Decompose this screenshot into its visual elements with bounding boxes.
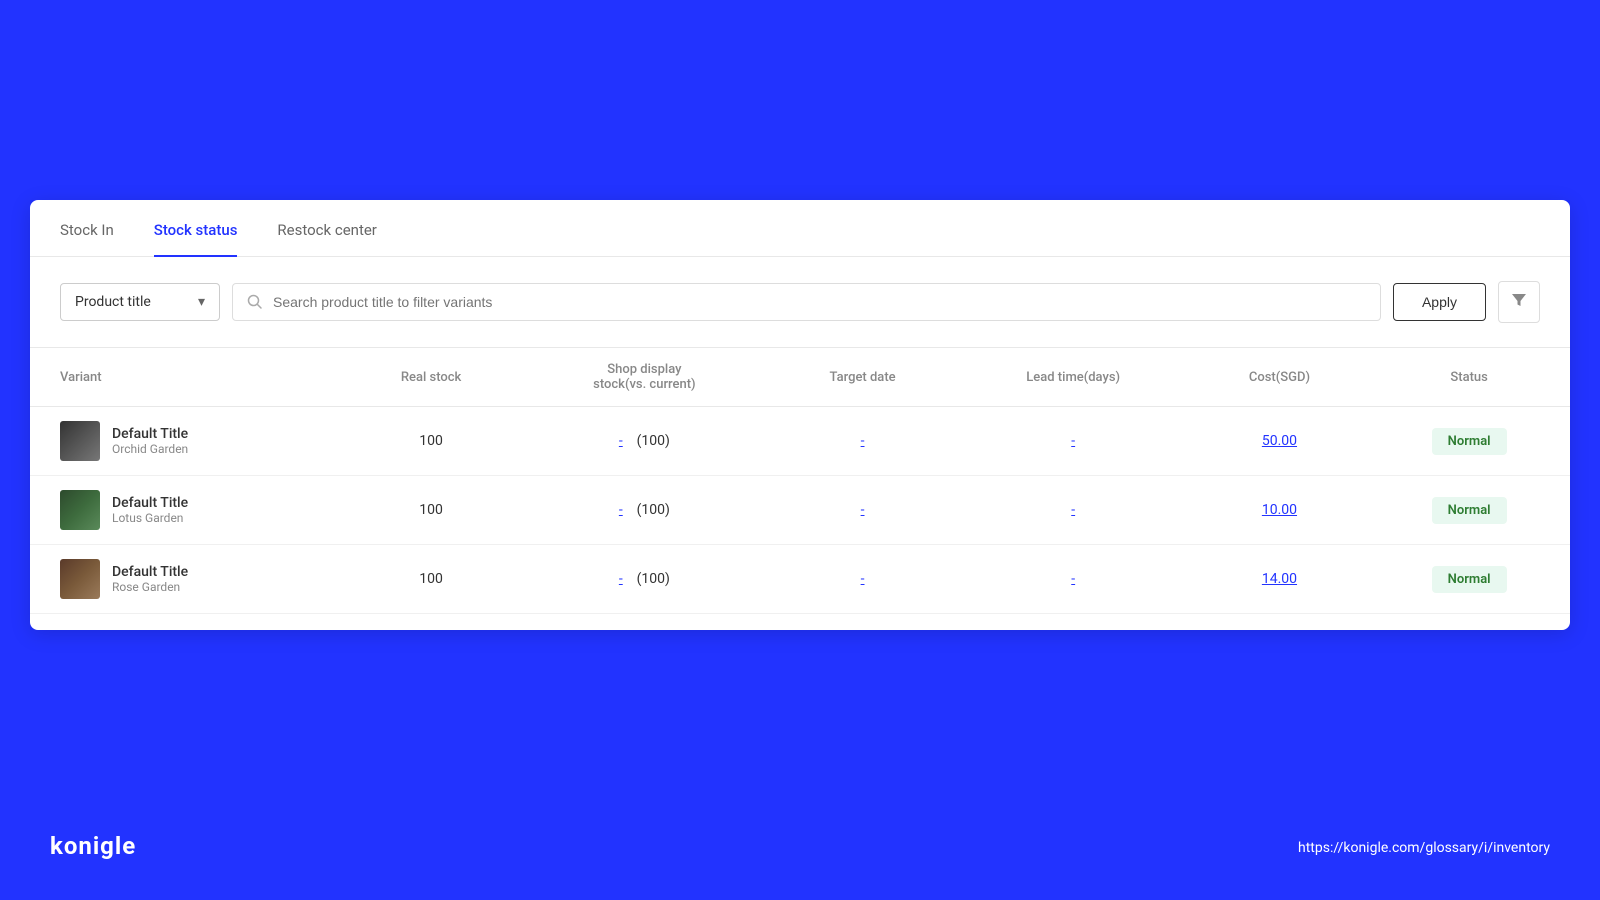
product-filter-dropdown[interactable]: Product title ▾ [60,283,220,321]
cell-shop-display-2: - (100) [519,545,769,614]
target-date-link-2[interactable]: - [861,571,865,587]
footer-url: https://konigle.com/glossary/i/inventory [1298,840,1550,856]
cell-cost-1[interactable]: 10.00 [1191,476,1369,545]
shop-display-vs-1: (100) [637,502,670,518]
tab-stock-in[interactable]: Stock In [60,201,114,257]
cell-real-stock-0: 100 [343,407,519,476]
product-thumbnail-2 [60,559,100,599]
cell-variant-1: Default Title Lotus Garden [30,476,343,545]
cost-link-1[interactable]: 10.00 [1262,502,1297,518]
cell-shop-display-0: - (100) [519,407,769,476]
col-lead-time: Lead time(days) [956,348,1191,407]
table-row: Default Title Lotus Garden 100 - (100) -… [30,476,1570,545]
cost-link-2[interactable]: 14.00 [1262,571,1297,587]
shop-display-vs-2: (100) [637,571,670,587]
col-shop-display: Shop displaystock(vs. current) [519,348,769,407]
variant-title-0: Default Title [112,426,188,442]
cell-lead-time-0[interactable]: - [956,407,1191,476]
status-badge-0: Normal [1432,428,1507,455]
funnel-icon [1511,292,1527,308]
lead-time-link-0[interactable]: - [1071,433,1075,449]
col-status: Status [1368,348,1570,407]
cell-target-date-1[interactable]: - [769,476,955,545]
shop-display-dash-0[interactable]: - [619,433,623,449]
lead-time-link-1[interactable]: - [1071,502,1075,518]
cell-target-date-2[interactable]: - [769,545,955,614]
cell-cost-2[interactable]: 14.00 [1191,545,1369,614]
shop-display-dash-1[interactable]: - [619,502,623,518]
cost-link-0[interactable]: 50.00 [1262,433,1297,449]
apply-button[interactable]: Apply [1393,283,1486,321]
shop-display-vs-0: (100) [637,433,670,449]
col-target-date: Target date [769,348,955,407]
tab-stock-status[interactable]: Stock status [154,201,238,257]
dropdown-label: Product title [75,294,151,310]
cell-shop-display-1: - (100) [519,476,769,545]
table-row: Default Title Rose Garden 100 - (100) - … [30,545,1570,614]
search-icon [247,294,263,310]
status-badge-1: Normal [1432,497,1507,524]
variant-subtitle-1: Lotus Garden [112,511,188,525]
brand-logo: konigle [50,832,136,860]
inventory-table: Variant Real stock Shop displaystock(vs.… [30,347,1570,614]
search-input[interactable] [273,294,1366,310]
variant-title-1: Default Title [112,495,188,511]
cell-variant-0: Default Title Orchid Garden [30,407,343,476]
table-header-row: Variant Real stock Shop displaystock(vs.… [30,348,1570,407]
filter-icon-button[interactable] [1498,281,1540,323]
main-card: Stock In Stock status Restock center Pro… [30,200,1570,630]
cell-real-stock-2: 100 [343,545,519,614]
cell-status-1: Normal [1368,476,1570,545]
variant-subtitle-2: Rose Garden [112,580,188,594]
cell-cost-0[interactable]: 50.00 [1191,407,1369,476]
col-variant: Variant [30,348,343,407]
cell-variant-2: Default Title Rose Garden [30,545,343,614]
variant-subtitle-0: Orchid Garden [112,442,188,456]
cell-status-0: Normal [1368,407,1570,476]
filter-row: Product title ▾ Apply [30,257,1570,347]
table-container: Variant Real stock Shop displaystock(vs.… [30,347,1570,624]
shop-display-dash-2[interactable]: - [619,571,623,587]
status-badge-2: Normal [1432,566,1507,593]
chevron-down-icon: ▾ [198,294,205,310]
cell-status-2: Normal [1368,545,1570,614]
target-date-link-1[interactable]: - [861,502,865,518]
cell-lead-time-2[interactable]: - [956,545,1191,614]
table-row: Default Title Orchid Garden 100 - (100) … [30,407,1570,476]
target-date-link-0[interactable]: - [861,433,865,449]
cell-real-stock-1: 100 [343,476,519,545]
product-thumbnail-1 [60,490,100,530]
cell-lead-time-1[interactable]: - [956,476,1191,545]
product-thumbnail-0 [60,421,100,461]
tab-restock-center[interactable]: Restock center [277,201,376,257]
lead-time-link-2[interactable]: - [1071,571,1075,587]
tabs-container: Stock In Stock status Restock center [30,200,1570,257]
variant-title-2: Default Title [112,564,188,580]
cell-target-date-0[interactable]: - [769,407,955,476]
col-cost: Cost(SGD) [1191,348,1369,407]
col-real-stock: Real stock [343,348,519,407]
search-box [232,283,1381,321]
